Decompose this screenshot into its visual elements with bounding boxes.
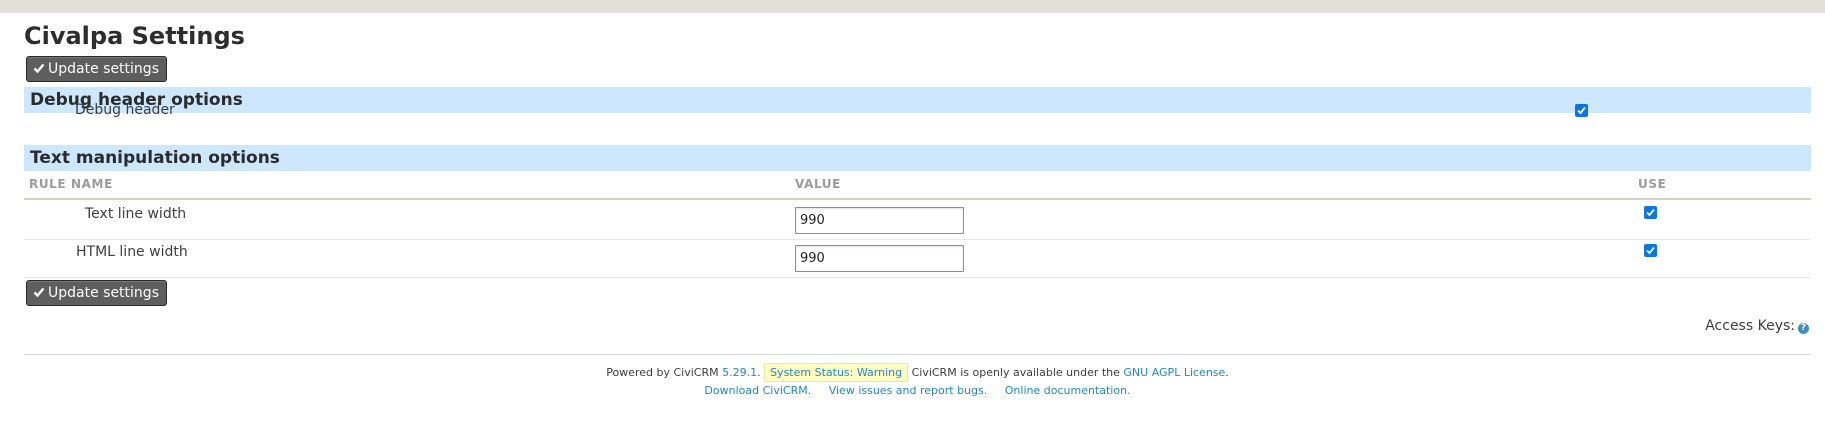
html-line-width-input[interactable] — [795, 245, 964, 272]
checkmark-icon — [1646, 246, 1655, 255]
rule-label-text-line-width: Text line width — [85, 206, 187, 222]
column-header-value: VALUE — [795, 177, 841, 191]
checkmark-icon — [1577, 106, 1586, 115]
column-header-use: USE — [1638, 177, 1667, 191]
report-bugs-link[interactable]: View issues and report bugs. — [829, 384, 988, 397]
rule-label-html-line-width: HTML line width — [76, 244, 188, 260]
debug-header-checkbox[interactable] — [1575, 104, 1588, 117]
check-icon — [33, 287, 45, 298]
footer-line-1: Powered by CiviCRM 5.29.1. System Status… — [24, 363, 1811, 382]
column-header-rule-name: RULE NAME — [29, 177, 113, 191]
checkmark-icon — [1646, 208, 1655, 217]
text-line-width-use-checkbox[interactable] — [1644, 206, 1657, 219]
html-line-width-use-checkbox[interactable] — [1644, 244, 1657, 257]
row-divider — [24, 277, 1811, 278]
agpl-license-link[interactable]: GNU AGPL License — [1123, 366, 1225, 379]
update-settings-label: Update settings — [48, 61, 159, 77]
section-header-debug: Debug header options — [24, 87, 1811, 113]
update-settings-label: Update settings — [48, 285, 159, 301]
access-keys-label: Access Keys: — [1705, 318, 1795, 334]
section-header-text: Text manipulation options — [24, 145, 1811, 171]
table-header-divider — [24, 198, 1811, 200]
top-bar — [0, 0, 1825, 13]
powered-by-text: Powered by CiviCRM — [606, 366, 719, 379]
footer: Powered by CiviCRM 5.29.1. System Status… — [24, 363, 1811, 399]
text-line-width-input[interactable] — [795, 207, 964, 234]
footer-divider — [24, 354, 1811, 355]
download-civicrm-link[interactable]: Download CiviCRM. — [704, 384, 811, 397]
access-keys: Access Keys:? — [1705, 318, 1809, 334]
question-circle-icon[interactable]: ? — [1798, 323, 1809, 334]
row-divider — [24, 239, 1811, 240]
update-settings-button-top[interactable]: Update settings — [26, 56, 167, 82]
update-settings-button-bottom[interactable]: Update settings — [26, 280, 167, 306]
system-status-warning-link[interactable]: System Status: Warning — [764, 363, 909, 382]
check-icon — [33, 63, 45, 74]
license-text: CiviCRM is openly available under the — [911, 366, 1120, 379]
civicrm-version-link[interactable]: 5.29.1 — [722, 366, 757, 379]
debug-header-label: Debug header — [75, 102, 175, 118]
footer-links: Download CiviCRM. View issues and report… — [24, 382, 1811, 399]
online-documentation-link[interactable]: Online documentation. — [1005, 384, 1131, 397]
page-title: Civalpa Settings — [24, 22, 245, 50]
